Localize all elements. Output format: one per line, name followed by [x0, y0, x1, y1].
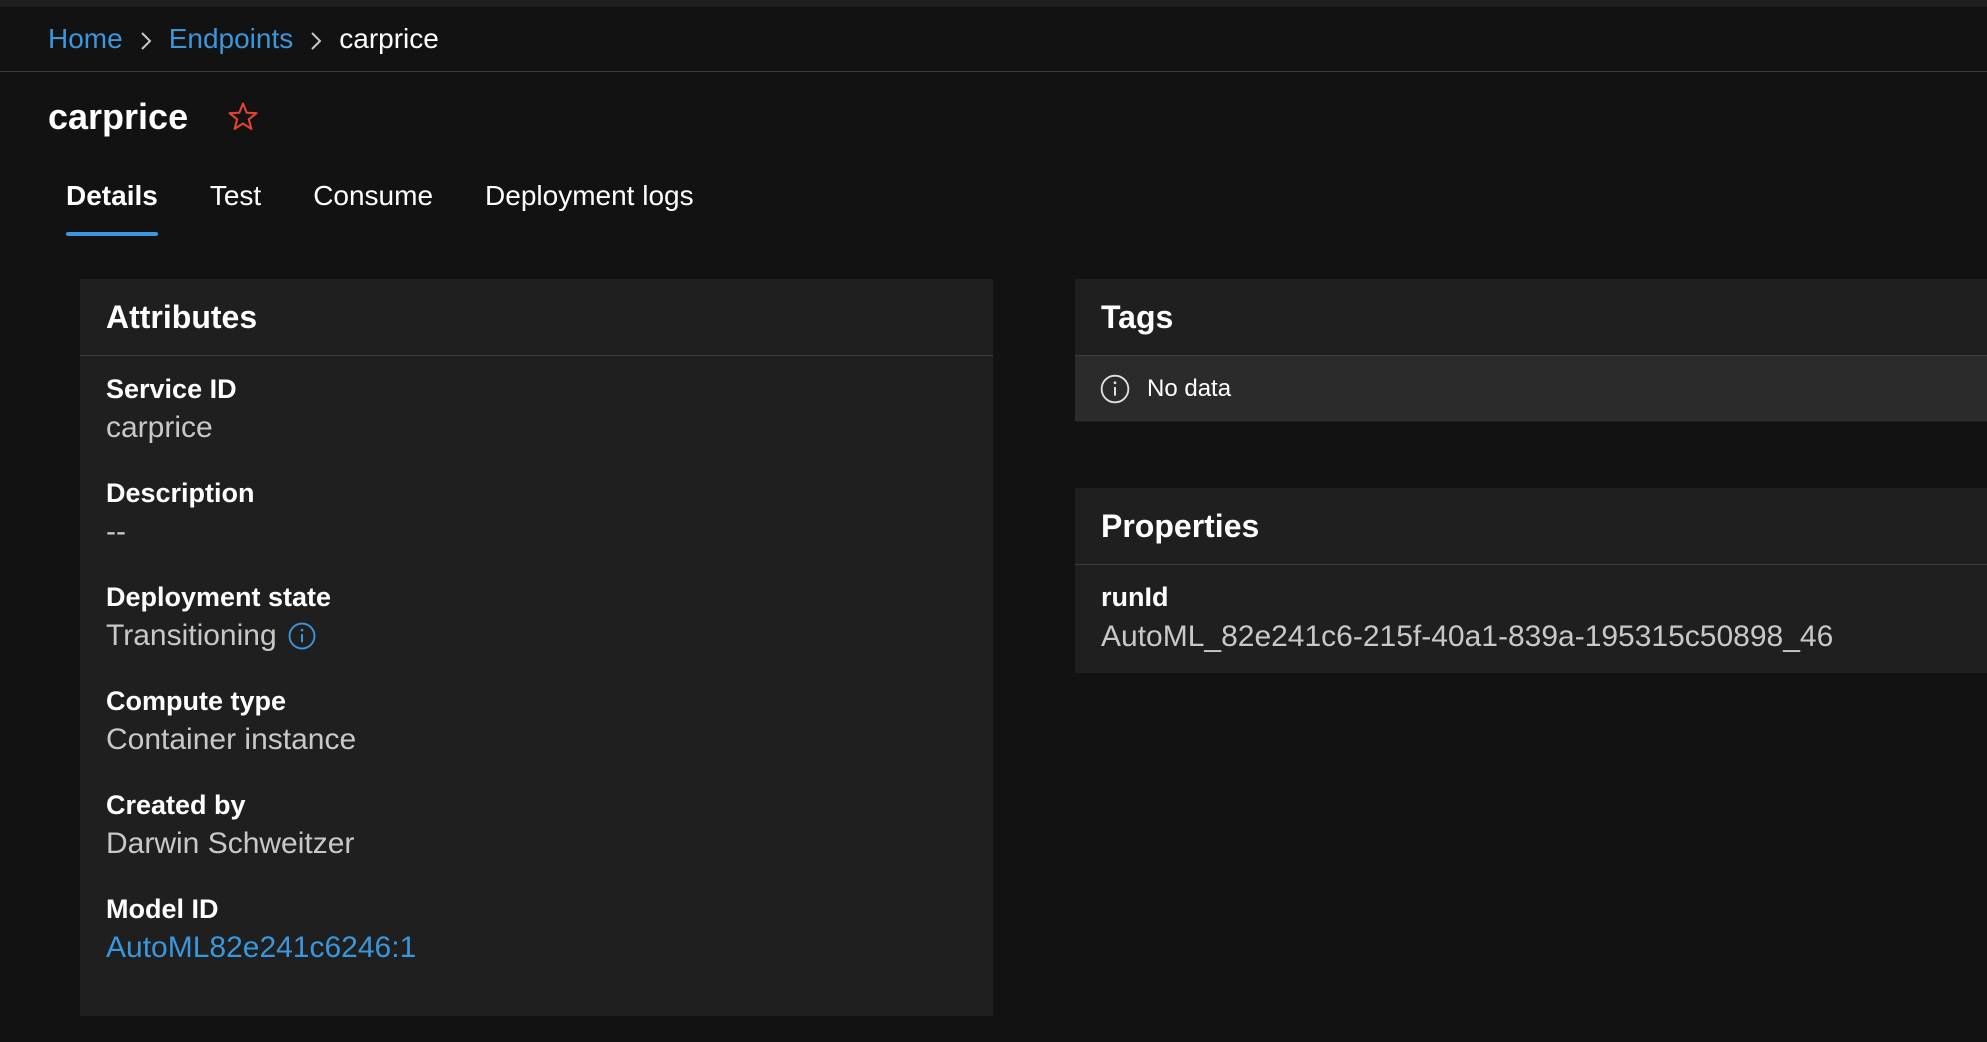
tags-card: Tags No data — [1075, 279, 1987, 422]
tab-bar: Details Test Consume Deployment logs — [66, 180, 746, 236]
attribute-label: Created by — [106, 790, 246, 820]
chevron-right-icon — [123, 23, 169, 55]
attribute-value: Darwin Schweitzer — [106, 827, 355, 860]
page-title: carprice — [48, 96, 189, 137]
breadcrumb-current: carprice — [339, 23, 439, 54]
attribute-model-id: Model ID AutoML82e241c6246:1 — [106, 891, 967, 995]
properties-card: Properties runId AutoML_82e241c6-215f-40… — [1075, 488, 1987, 673]
property-run-id: runId AutoML_82e241c6-215f-40a1-839a-195… — [1075, 565, 1987, 659]
tab-details[interactable]: Details — [66, 180, 158, 236]
attributes-list: Service ID carprice Description -- Deplo… — [80, 356, 993, 995]
attribute-created-by: Created by Darwin Schweitzer — [106, 787, 967, 891]
attributes-title: Attributes — [80, 279, 993, 356]
property-value: AutoML_82e241c6-215f-40a1-839a-195315c50… — [1101, 620, 1834, 653]
attribute-value: Container instance — [106, 723, 357, 756]
chevron-right-icon — [293, 23, 339, 55]
attributes-card: Attributes Service ID carprice Descripti… — [80, 279, 993, 1016]
tags-empty-row: No data — [1075, 356, 1987, 421]
properties-title: Properties — [1075, 488, 1987, 565]
info-icon — [1099, 373, 1131, 405]
tab-test[interactable]: Test — [210, 180, 261, 236]
attribute-label: Description — [106, 478, 255, 508]
attribute-compute-type: Compute type Container instance — [106, 683, 967, 787]
attribute-label: Deployment state — [106, 582, 332, 612]
page-header: carprice — [48, 96, 260, 138]
attribute-deployment-state: Deployment state Transitioning — [106, 579, 967, 683]
attribute-value: Transitioning — [106, 619, 277, 652]
attribute-value: carprice — [106, 411, 213, 444]
breadcrumb: Home Endpoints carprice — [0, 7, 1987, 72]
star-outline-icon[interactable] — [226, 100, 260, 134]
top-bar — [0, 0, 1987, 7]
tab-consume[interactable]: Consume — [313, 180, 433, 236]
attribute-value: -- — [106, 515, 126, 548]
attribute-label: Service ID — [106, 374, 237, 404]
attribute-label: Compute type — [106, 686, 287, 716]
info-icon[interactable] — [287, 621, 317, 651]
breadcrumb-endpoints-link[interactable]: Endpoints — [169, 23, 294, 55]
deployment-state-value: Transitioning — [106, 615, 967, 657]
tags-title: Tags — [1075, 279, 1987, 356]
model-id-link[interactable]: AutoML82e241c6246:1 — [106, 927, 967, 969]
attribute-label: Model ID — [106, 894, 219, 924]
property-label: runId — [1101, 582, 1169, 612]
attribute-description: Description -- — [106, 475, 967, 579]
tags-empty-text: No data — [1147, 374, 1232, 402]
attribute-service-id: Service ID carprice — [106, 371, 967, 475]
tab-deployment-logs[interactable]: Deployment logs — [485, 180, 694, 236]
breadcrumb-home-link[interactable]: Home — [48, 23, 123, 55]
